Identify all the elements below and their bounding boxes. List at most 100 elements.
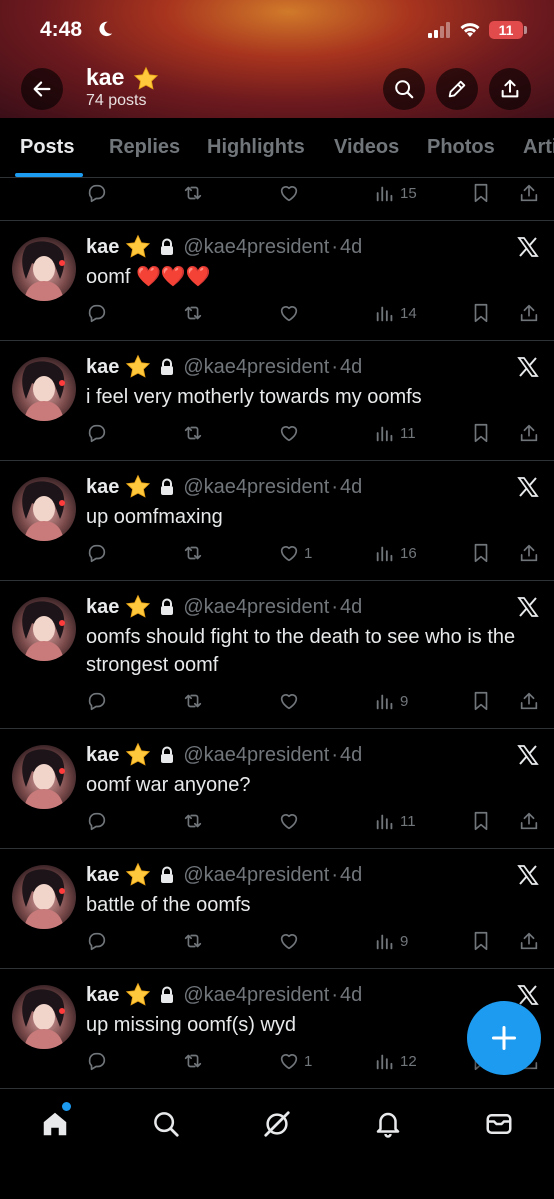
bookmark-button[interactable] xyxy=(470,807,492,835)
repost-button[interactable] xyxy=(182,927,204,955)
like-button[interactable] xyxy=(278,927,300,955)
tweet[interactable]: kae @kae4president · 4d up oomfmaxing 1 16 xyxy=(0,461,554,581)
repost-button[interactable] xyxy=(182,299,204,327)
bookmark-button[interactable] xyxy=(470,539,492,567)
repost-icon xyxy=(184,426,202,440)
like-button[interactable] xyxy=(278,299,300,327)
views-button[interactable]: 14 xyxy=(374,299,417,327)
like-button[interactable]: 1 xyxy=(278,539,312,567)
separator-dot: · xyxy=(331,743,338,766)
share-button[interactable] xyxy=(518,179,540,207)
nav-messages[interactable] xyxy=(482,1107,516,1141)
tab-videos[interactable]: Videos xyxy=(334,136,399,159)
pencil-icon xyxy=(448,80,466,98)
author-name[interactable]: kae xyxy=(86,744,119,767)
avatar[interactable] xyxy=(12,865,76,929)
like-button[interactable]: 1 xyxy=(278,1047,312,1075)
views-button[interactable]: 12 xyxy=(374,1047,417,1075)
repost-button[interactable] xyxy=(182,1047,204,1075)
bookmark-icon xyxy=(474,691,488,711)
reply-button[interactable] xyxy=(86,807,108,835)
compose-post-button[interactable] xyxy=(467,1001,541,1075)
repost-button[interactable] xyxy=(182,419,204,447)
repost-button[interactable] xyxy=(182,539,204,567)
bookmark-button[interactable] xyxy=(470,299,492,327)
avatar[interactable] xyxy=(12,357,76,421)
share-button[interactable] xyxy=(518,927,540,955)
like-button[interactable] xyxy=(278,419,300,447)
avatar[interactable] xyxy=(12,745,76,809)
author-name[interactable]: kae xyxy=(86,596,119,619)
reply-button[interactable] xyxy=(86,927,108,955)
nav-home[interactable] xyxy=(38,1107,72,1141)
bookmark-button[interactable] xyxy=(470,419,492,447)
tab-highlights[interactable]: Highlights xyxy=(207,136,305,159)
author-name[interactable]: kae xyxy=(86,984,119,1007)
tweet[interactable]: kae @kae4president · 4d battle of the oomfs 9 xyxy=(0,849,554,969)
bookmark-button[interactable] xyxy=(470,927,492,955)
author-name[interactable]: kae xyxy=(86,476,119,499)
search-button[interactable] xyxy=(383,68,425,110)
reply-button[interactable] xyxy=(86,539,108,567)
author-handle[interactable]: @kae4president xyxy=(183,984,329,1007)
share-icon xyxy=(520,932,538,950)
views-button[interactable]: 9 xyxy=(374,927,408,955)
author-name[interactable]: kae xyxy=(86,356,119,379)
nav-grok[interactable] xyxy=(260,1107,294,1141)
author-name[interactable]: kae xyxy=(86,864,119,887)
author-handle[interactable]: @kae4president xyxy=(183,744,329,767)
avatar[interactable] xyxy=(12,597,76,661)
nav-notifications[interactable] xyxy=(371,1107,405,1141)
views-button[interactable]: 15 xyxy=(374,179,417,207)
author-handle[interactable]: @kae4president xyxy=(183,236,329,259)
share-button[interactable] xyxy=(518,807,540,835)
edit-button[interactable] xyxy=(436,68,478,110)
share-button[interactable] xyxy=(518,299,540,327)
tweet[interactable]: kae @kae4president · 4d oomf ❤️❤️❤️ 14 xyxy=(0,221,554,341)
views-button[interactable]: 9 xyxy=(374,687,408,715)
views-button[interactable]: 11 xyxy=(374,807,416,835)
bookmark-icon xyxy=(474,423,488,443)
views-button[interactable]: 16 xyxy=(374,539,417,567)
tweet[interactable]: kae @kae4president · 4d i feel very motherly… xyxy=(0,341,554,461)
nav-search[interactable] xyxy=(149,1107,183,1141)
share-button[interactable] xyxy=(518,419,540,447)
bookmark-button[interactable] xyxy=(470,687,492,715)
like-icon xyxy=(280,426,298,442)
like-button[interactable] xyxy=(278,179,300,207)
back-button[interactable] xyxy=(21,68,63,110)
repost-button[interactable] xyxy=(182,687,204,715)
tweet-actions: 14 xyxy=(86,299,546,327)
reply-button[interactable] xyxy=(86,179,108,207)
avatar[interactable] xyxy=(12,985,76,1049)
status-time: 4:48 xyxy=(40,18,83,41)
author-handle[interactable]: @kae4president xyxy=(183,596,329,619)
tab-replies[interactable]: Replies xyxy=(109,136,180,159)
tweet-header: kae @kae4president · 4d xyxy=(86,473,362,501)
reply-button[interactable] xyxy=(86,687,108,715)
tab-posts[interactable]: Posts xyxy=(20,136,74,159)
bookmark-button[interactable] xyxy=(470,179,492,207)
share-button[interactable] xyxy=(518,687,540,715)
like-button[interactable] xyxy=(278,687,300,715)
reply-button[interactable] xyxy=(86,419,108,447)
author-handle[interactable]: @kae4president xyxy=(183,356,329,379)
avatar[interactable] xyxy=(12,237,76,301)
reply-button[interactable] xyxy=(86,1047,108,1075)
tab-photos[interactable]: Photos xyxy=(427,136,495,159)
like-button[interactable] xyxy=(278,807,300,835)
views-button[interactable]: 11 xyxy=(374,419,416,447)
author-name[interactable]: kae xyxy=(86,236,119,259)
tweet[interactable]: kae @kae4president · 4d oomf war anyone? 11 xyxy=(0,729,554,849)
repost-button[interactable] xyxy=(182,807,204,835)
share-button[interactable] xyxy=(489,68,531,110)
posts-feed[interactable]: 15 kae @kae4president · 4d oomf ❤️❤️❤️ 14 kae @… xyxy=(0,179,554,1089)
author-handle[interactable]: @kae4president xyxy=(183,864,329,887)
author-handle[interactable]: @kae4president xyxy=(183,476,329,499)
repost-button[interactable] xyxy=(182,179,204,207)
tab-articles[interactable]: Articles xyxy=(523,136,554,159)
avatar[interactable] xyxy=(12,477,76,541)
reply-button[interactable] xyxy=(86,299,108,327)
share-button[interactable] xyxy=(518,539,540,567)
tweet[interactable]: kae @kae4president · 4d oomfs should fight t… xyxy=(0,581,554,729)
